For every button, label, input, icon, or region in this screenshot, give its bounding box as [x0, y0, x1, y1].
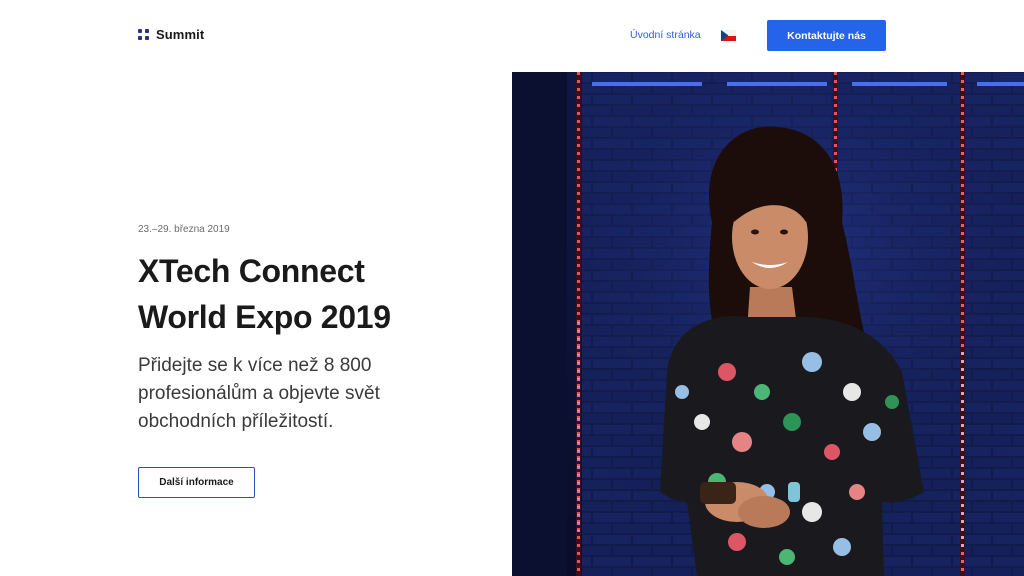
page-title: XTech Connect World Expo 2019	[138, 248, 498, 340]
speaker-photo	[512, 72, 1024, 576]
title-line-1: XTech Connect	[138, 253, 365, 289]
event-date: 23.–29. března 2019	[138, 224, 230, 235]
more-info-button[interactable]: Další informace	[138, 467, 255, 498]
logo[interactable]: Summit	[138, 27, 204, 42]
hero-subtitle: Přidejte se k více než 8 800 profesionál…	[138, 355, 380, 432]
title-line-2: World Expo 2019	[138, 299, 391, 335]
grid-logo-icon	[138, 29, 149, 40]
nav-home-link[interactable]: Úvodní stránka	[630, 29, 701, 41]
czech-flag-icon[interactable]	[721, 30, 736, 41]
contact-button[interactable]: Kontaktujte nás	[767, 20, 886, 51]
logo-text: Summit	[156, 27, 205, 42]
site-header: Summit Úvodní stránka Kontaktujte nás	[0, 0, 1024, 72]
